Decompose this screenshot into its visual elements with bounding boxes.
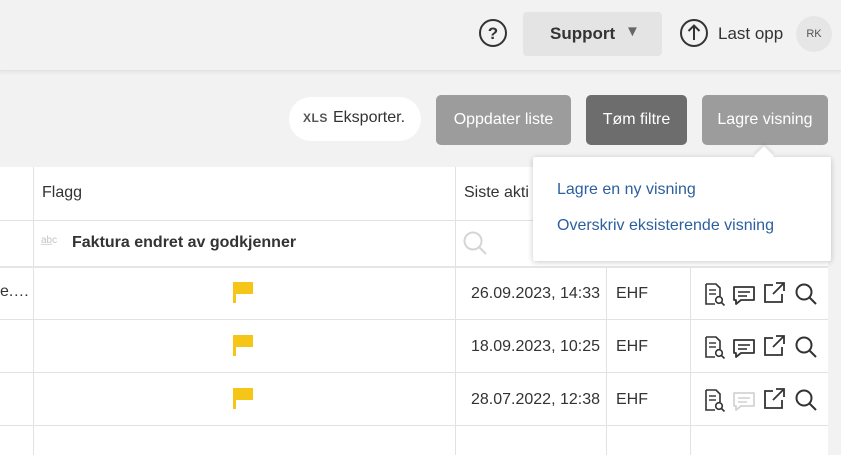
document-search-icon[interactable] <box>702 335 726 359</box>
support-label: Support <box>550 24 616 43</box>
flag-filter-value[interactable]: Faktura endret av godkjenner <box>72 234 296 252</box>
document-search-icon[interactable] <box>702 388 726 412</box>
last-activity-cell: 18.09.2023, 10:25 <box>471 338 601 355</box>
column-divider <box>606 267 607 455</box>
avatar[interactable]: RK <box>796 16 832 52</box>
row-divider <box>0 372 828 373</box>
menu-item-save-new-view[interactable]: Lagre en ny visning <box>557 181 696 199</box>
search-icon[interactable] <box>462 230 488 256</box>
support-button[interactable]: Support ▼ <box>523 12 662 56</box>
menu-item-overwrite-view[interactable]: Overskriv eksisterende visning <box>557 217 774 235</box>
abc-icon: a̲b̲c <box>41 235 58 246</box>
last-activity-cell: 26.09.2023, 14:33 <box>471 285 601 302</box>
column-header-flag[interactable]: Flagg <box>42 184 82 202</box>
update-list-button[interactable]: Oppdater liste <box>436 95 571 145</box>
last-activity-cell: 28.07.2022, 12:38 <box>471 391 601 408</box>
row-divider <box>0 266 828 268</box>
comment-icon[interactable] <box>732 336 756 360</box>
svg-text:?: ? <box>488 24 498 43</box>
search-icon[interactable] <box>794 282 818 306</box>
document-search-icon[interactable] <box>702 282 726 306</box>
upload-arrow-icon[interactable] <box>679 18 709 48</box>
question-circle-icon[interactable]: ? <box>478 18 508 48</box>
format-cell: EHF <box>616 338 648 355</box>
format-cell: EHF <box>616 391 648 408</box>
external-link-icon[interactable] <box>762 387 786 411</box>
clear-filters-button[interactable]: Tøm filtre <box>586 95 687 145</box>
column-header-last-activity[interactable]: Siste akti <box>464 184 529 202</box>
save-view-menu: Lagre en ny visning Overskriv eksisteren… <box>533 146 831 261</box>
chevron-down-icon: ▼ <box>625 23 640 40</box>
truncated-cell: e.… <box>0 283 30 300</box>
column-divider <box>455 167 456 455</box>
top-bar: ? Support ▼ Last opp RK <box>0 0 841 71</box>
comment-icon-inactive[interactable] <box>732 389 756 413</box>
search-icon[interactable] <box>794 335 818 359</box>
row-divider <box>0 425 828 426</box>
export-xls-button[interactable]: XLS Eksporter. <box>289 97 421 141</box>
save-view-button[interactable]: Lagre visning <box>702 95 828 145</box>
external-link-icon[interactable] <box>762 281 786 305</box>
upload-link[interactable]: Last opp <box>718 24 783 44</box>
flag-icon[interactable] <box>232 386 254 410</box>
xls-icon: XLS <box>303 111 328 125</box>
search-icon[interactable] <box>794 388 818 412</box>
column-divider <box>33 167 34 455</box>
row-divider <box>0 319 828 320</box>
comment-icon[interactable] <box>732 283 756 307</box>
flag-icon[interactable] <box>232 333 254 357</box>
external-link-icon[interactable] <box>762 334 786 358</box>
export-label: Eksporter. <box>333 109 406 126</box>
menu-pointer <box>754 146 774 166</box>
flag-icon[interactable] <box>232 280 254 304</box>
column-divider <box>690 267 691 455</box>
format-cell: EHF <box>616 285 648 302</box>
